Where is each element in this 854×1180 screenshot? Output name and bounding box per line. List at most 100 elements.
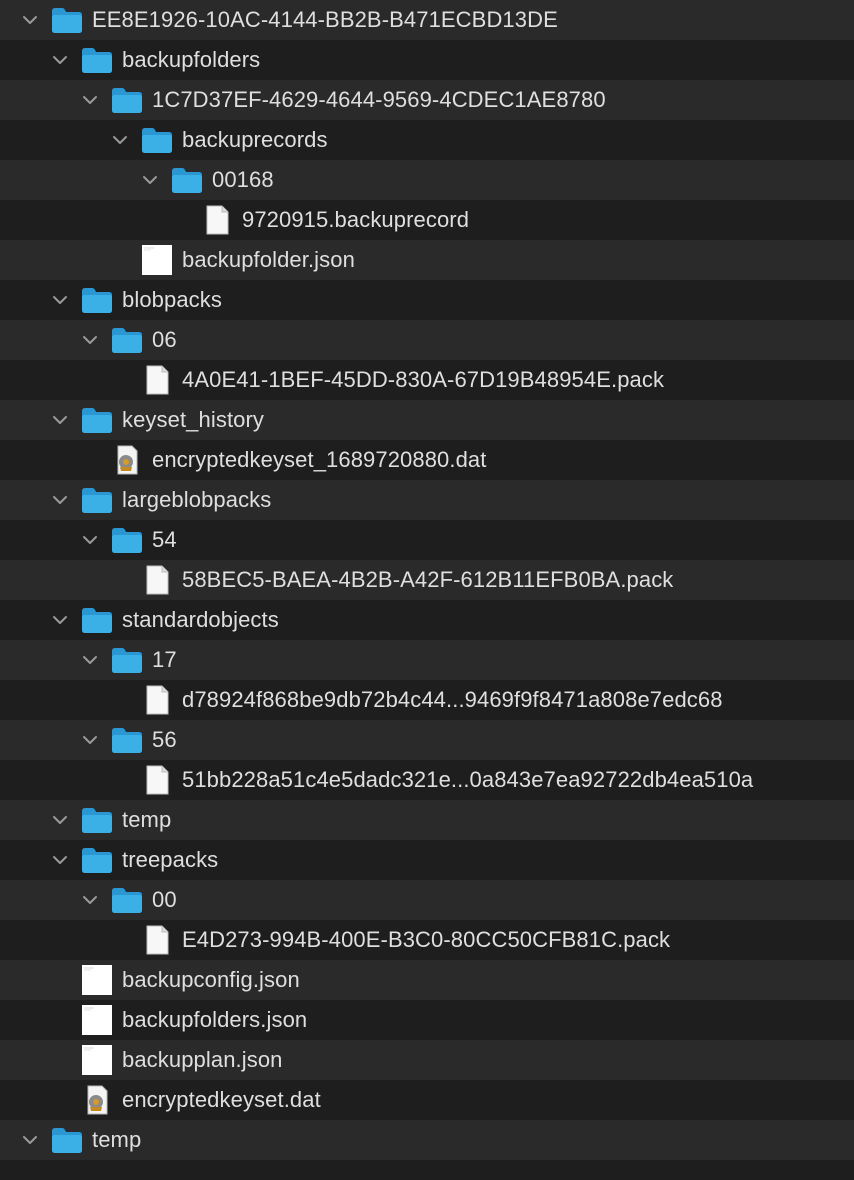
disclosure-chevron-down-icon[interactable] [80,650,100,670]
document-icon [140,765,174,795]
file-name: backupplan.json [122,1047,283,1072]
folder-name: 1C7D37EF-4629-4644-9569-4CDEC1AE8780 [152,87,606,112]
folder-name: blobpacks [122,287,222,312]
disclosure-chevron-down-icon[interactable] [50,490,70,510]
folder-row[interactable]: treepacks [0,840,854,880]
file-row[interactable]: 51bb228a51c4e5dadc321e...0a843e7ea92722d… [0,760,854,800]
folder-icon [80,805,114,835]
folder-name: backupfolders [122,47,261,72]
folder-row[interactable]: standardobjects [0,600,854,640]
folder-row[interactable]: 06 [0,320,854,360]
file-name: E4D273-994B-400E-B3C0-80CC50CFB81C.pack [182,927,671,952]
file-row[interactable]: backupfolders.json [0,1000,854,1040]
folder-row[interactable]: 56 [0,720,854,760]
file-name: encryptedkeyset.dat [122,1087,321,1112]
file-row[interactable]: E4D273-994B-400E-B3C0-80CC50CFB81C.pack [0,920,854,960]
document-icon [140,565,174,595]
folder-icon [110,645,144,675]
disclosure-chevron-down-icon[interactable] [80,730,100,750]
disclosure-chevron-down-icon[interactable] [50,50,70,70]
document-icon [140,365,174,395]
document-icon [140,685,174,715]
folder-row[interactable]: largeblobpacks [0,480,854,520]
folder-name: treepacks [122,847,219,872]
file-row[interactable]: backupconfig.json [0,960,854,1000]
folder-name: 56 [152,727,177,752]
folder-name: 54 [152,527,177,552]
folder-icon [110,85,144,115]
disclosure-chevron-down-icon[interactable] [140,170,160,190]
file-name: d78924f868be9db72b4c44...9469f9f8471a808… [182,687,723,712]
folder-row[interactable]: 17 [0,640,854,680]
file-row[interactable]: encryptedkeyset_1689720880.dat [0,440,854,480]
folder-row[interactable]: temp [0,800,854,840]
folder-name: 00168 [212,167,274,192]
folder-icon [110,325,144,355]
folder-name: EE8E1926-10AC-4144-BB2B-B471ECBD13DE [92,7,558,32]
folder-row[interactable]: blobpacks [0,280,854,320]
disclosure-chevron-down-icon[interactable] [50,850,70,870]
folder-name: largeblobpacks [122,487,272,512]
file-name: 51bb228a51c4e5dadc321e...0a843e7ea92722d… [182,767,754,792]
folder-icon [170,165,204,195]
file-name: 9720915.backuprecord [242,207,470,232]
folder-icon [80,45,114,75]
file-name: 4A0E41-1BEF-45DD-830A-67D19B48954E.pack [182,367,665,392]
file-row[interactable]: 58BEC5-BAEA-4B2B-A42F-612B11EFB0BA.pack [0,560,854,600]
file-tree: EE8E1926-10AC-4144-BB2B-B471ECBD13DE back… [0,0,854,1180]
folder-row[interactable]: 00 [0,880,854,920]
folder-row[interactable]: keyset_history [0,400,854,440]
folder-name: temp [92,1127,142,1152]
disclosure-chevron-down-icon[interactable] [50,410,70,430]
disclosure-chevron-down-icon[interactable] [50,290,70,310]
json-file-icon [140,245,174,275]
folder-row[interactable]: backuprecords [0,120,854,160]
folder-name: 06 [152,327,177,352]
folder-name: temp [122,807,172,832]
file-row[interactable]: 9720915.backuprecord [0,200,854,240]
json-file-icon [80,965,114,995]
folder-row[interactable]: temp [0,1120,854,1160]
folder-icon [110,885,144,915]
folder-icon [140,125,174,155]
file-name: 58BEC5-BAEA-4B2B-A42F-612B11EFB0BA.pack [182,567,674,592]
dat-file-icon [80,1085,114,1115]
folder-row[interactable]: 1C7D37EF-4629-4644-9569-4CDEC1AE8780 [0,80,854,120]
disclosure-chevron-down-icon[interactable] [50,610,70,630]
folder-name: keyset_history [122,407,265,432]
document-icon [200,205,234,235]
file-row[interactable]: backupfolder.json [0,240,854,280]
folder-row[interactable]: 00168 [0,160,854,200]
folder-icon [110,725,144,755]
folder-icon [80,605,114,635]
disclosure-chevron-down-icon[interactable] [20,1130,40,1150]
file-row[interactable]: d78924f868be9db72b4c44...9469f9f8471a808… [0,680,854,720]
file-row[interactable]: encryptedkeyset.dat [0,1080,854,1120]
file-name: encryptedkeyset_1689720880.dat [152,447,487,472]
folder-icon [80,405,114,435]
file-name: backupfolders.json [122,1007,308,1032]
file-row[interactable]: backupplan.json [0,1040,854,1080]
folder-row[interactable]: EE8E1926-10AC-4144-BB2B-B471ECBD13DE [0,0,854,40]
document-icon [140,925,174,955]
disclosure-chevron-down-icon[interactable] [80,90,100,110]
folder-name: standardobjects [122,607,279,632]
folder-name: 17 [152,647,177,672]
dat-file-icon [110,445,144,475]
disclosure-chevron-down-icon[interactable] [20,10,40,30]
folder-row[interactable]: backupfolders [0,40,854,80]
folder-icon [50,1125,84,1155]
file-name: backupfolder.json [182,247,355,272]
folder-icon [110,525,144,555]
file-row[interactable]: 4A0E41-1BEF-45DD-830A-67D19B48954E.pack [0,360,854,400]
disclosure-chevron-down-icon[interactable] [80,890,100,910]
disclosure-chevron-down-icon[interactable] [110,130,130,150]
disclosure-chevron-down-icon[interactable] [50,810,70,830]
folder-icon [50,5,84,35]
json-file-icon [80,1045,114,1075]
json-file-icon [80,1005,114,1035]
disclosure-chevron-down-icon[interactable] [80,330,100,350]
folder-row[interactable]: 54 [0,520,854,560]
folder-icon [80,845,114,875]
disclosure-chevron-down-icon[interactable] [80,530,100,550]
